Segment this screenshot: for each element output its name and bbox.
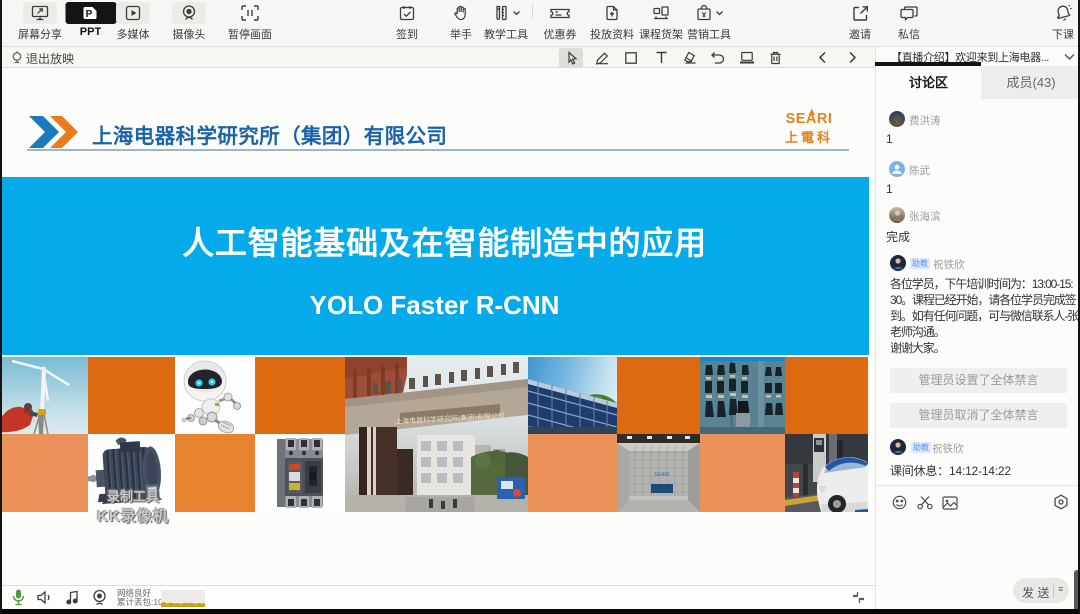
svg-text:P: P xyxy=(86,9,93,20)
svg-text:SEARI: SEARI xyxy=(654,472,669,478)
